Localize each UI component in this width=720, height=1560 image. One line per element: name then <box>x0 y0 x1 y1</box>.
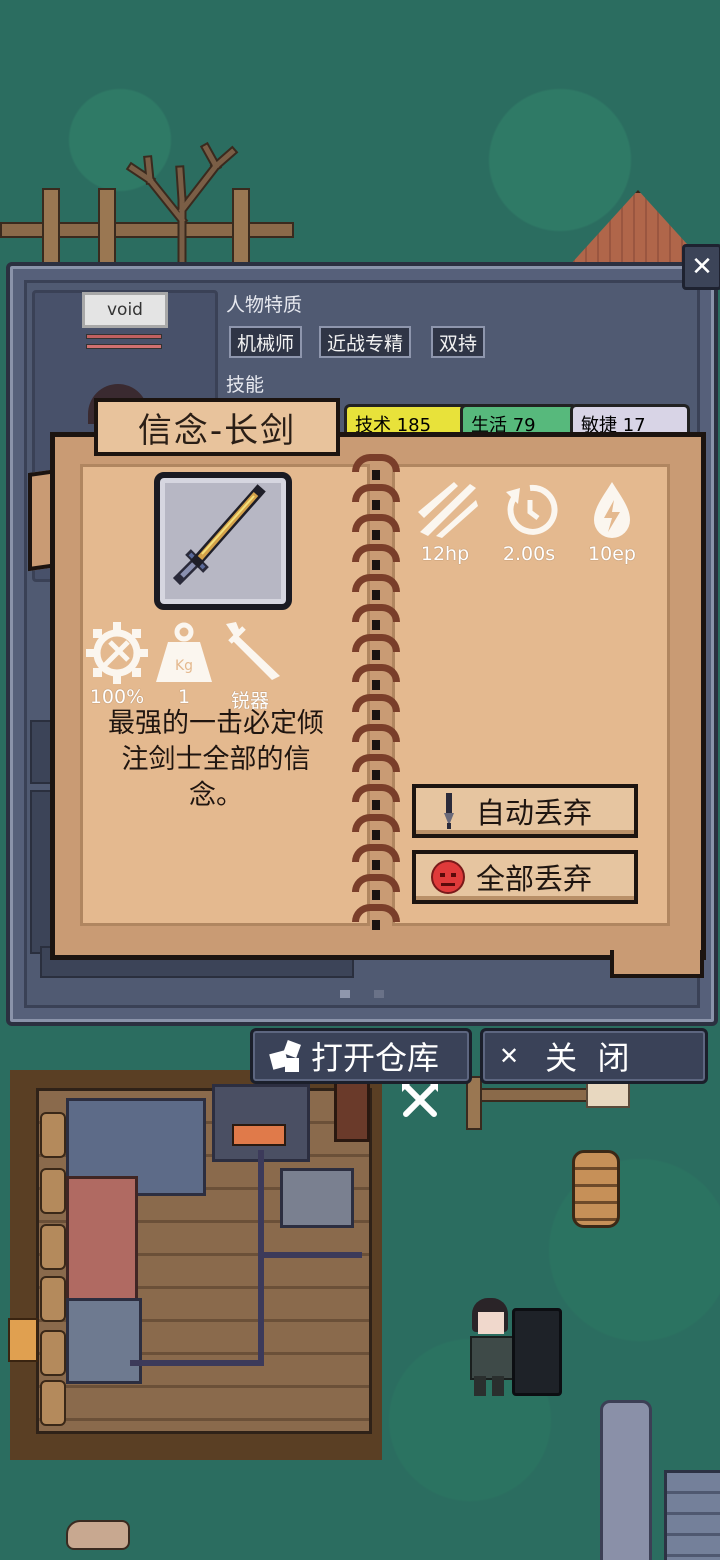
stone-pillar <box>600 1400 652 1560</box>
fence-post <box>42 188 60 268</box>
dagger-icon <box>428 793 468 829</box>
svg-text:Kg: Kg <box>175 658 193 674</box>
weight-value: 1 <box>177 686 191 708</box>
bare-tree <box>125 141 239 270</box>
log-stump <box>40 1112 66 1158</box>
trait-tag[interactable]: 机械师 <box>229 326 303 358</box>
log-stump <box>40 1380 66 1426</box>
spiral-hole <box>372 920 380 930</box>
pipe <box>130 1360 264 1366</box>
crossed-tools-icon[interactable] <box>400 1080 440 1120</box>
durability-gear-icon <box>86 622 148 684</box>
spiral-hole <box>372 620 380 630</box>
cooldown-value: 2.00s <box>502 543 556 565</box>
welding-station[interactable] <box>66 1298 142 1384</box>
log-stump <box>40 1168 66 1214</box>
spiral-hole <box>372 650 380 660</box>
forge-fire <box>232 1124 286 1146</box>
auto-discard-button[interactable]: 自动丢弃 <box>412 784 638 838</box>
trait-tag[interactable]: 近战专精 <box>319 326 412 358</box>
discard-all-label: 全部丢弃 <box>476 862 593 896</box>
spiral-hole <box>372 860 380 870</box>
spiral-hole <box>372 500 380 510</box>
tall-speaker-cabinet[interactable] <box>512 1308 562 1396</box>
spiral-hole <box>372 770 380 780</box>
trait-tag[interactable]: 双持 <box>431 326 486 358</box>
spiral-hole <box>372 530 380 540</box>
fence-post <box>466 1076 482 1130</box>
spiral-hole <box>372 590 380 600</box>
blade-dagger-icon <box>226 622 280 680</box>
auto-discard-label: 自动丢弃 <box>476 796 593 830</box>
discard-all-button[interactable]: 全部丢弃 <box>412 850 638 904</box>
slash-damage-icon <box>418 482 478 538</box>
close-icon: ✕ <box>499 1042 520 1070</box>
item-description: 最强的一击必定倾注剑士全部的信念。 <box>108 708 324 811</box>
open-storage-label: 打开仓库 <box>311 1039 440 1077</box>
spiral-hole <box>372 710 380 720</box>
skills-label: 技能 <box>226 374 265 396</box>
log-stump <box>40 1276 66 1322</box>
cat[interactable] <box>66 1520 130 1550</box>
pipe <box>258 1150 264 1366</box>
log-stump <box>40 1224 66 1270</box>
wooden-pillar <box>334 1080 370 1142</box>
barrel[interactable] <box>572 1150 620 1228</box>
panel-close-button[interactable]: ✕ <box>682 244 720 290</box>
durability-value: 100% <box>89 686 145 708</box>
longsword-icon <box>172 484 266 586</box>
spiral-hole <box>372 470 380 480</box>
close-label: 关 闭 <box>545 1039 630 1077</box>
book-page-edge <box>610 950 704 978</box>
log-stump <box>40 1330 66 1376</box>
damage-value: 12hp <box>420 543 470 565</box>
item-title: 信念-长剑 <box>94 398 340 456</box>
traits-label: 人物特质 <box>226 294 303 316</box>
spiral-hole <box>372 890 380 900</box>
page-indicator-dot[interactable] <box>340 990 350 998</box>
angry-face-icon <box>428 859 468 895</box>
player-name-tag: void <box>82 292 168 328</box>
sign-board <box>586 1080 630 1108</box>
health-bar <box>86 334 162 339</box>
spiral-hole <box>372 680 380 690</box>
player-character[interactable] <box>462 1298 518 1398</box>
spiral-hole <box>372 830 380 840</box>
mana-bar <box>86 344 162 349</box>
spiral-hole <box>372 740 380 750</box>
crafting-bench[interactable] <box>66 1176 138 1302</box>
fence-post <box>98 188 116 268</box>
weight-kg-icon: Kg <box>156 622 212 682</box>
energy-drop-icon <box>594 482 630 538</box>
open-storage-button[interactable]: 打开仓库 <box>250 1028 472 1084</box>
close-icon: ✕ <box>691 252 713 282</box>
book-spine <box>352 440 402 950</box>
cooldown-icon <box>506 484 558 535</box>
anvil[interactable] <box>280 1168 354 1228</box>
item-icon-frame <box>154 472 292 610</box>
close-button[interactable]: ✕ 关 闭 <box>480 1028 708 1084</box>
spiral-hole <box>372 560 380 570</box>
stone-wall <box>664 1470 720 1560</box>
fox-critter[interactable] <box>8 1318 38 1362</box>
energy-cost-value: 10ep <box>588 543 636 565</box>
spiral-hole <box>372 800 380 810</box>
storage-boxes-icon <box>267 1038 303 1074</box>
pipe <box>258 1252 362 1258</box>
page-indicator-dot[interactable] <box>374 990 384 998</box>
